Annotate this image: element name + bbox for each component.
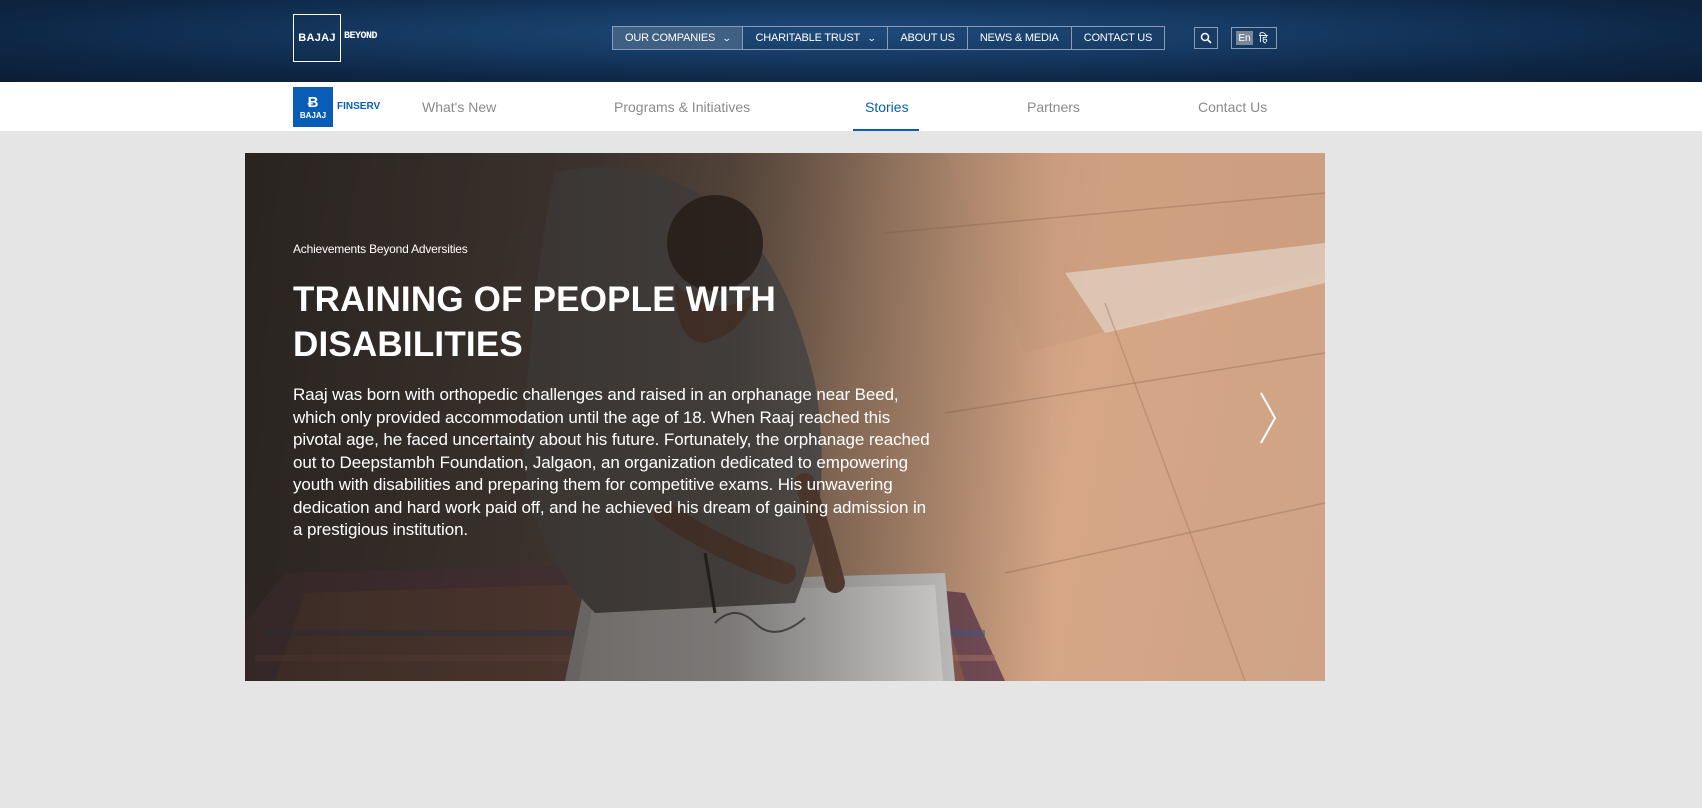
nav-about-us[interactable]: ABOUT US (888, 27, 968, 49)
hero-slide: Achievements Beyond Adversities TRAINING… (245, 153, 1325, 681)
subnav-partners[interactable]: Partners (1027, 99, 1080, 115)
nav-news-media[interactable]: NEWS & MEDIA (968, 27, 1072, 49)
chevron-right-icon[interactable] (1258, 391, 1278, 445)
nav-label: CHARITABLE TRUST (755, 32, 861, 44)
search-button[interactable] (1194, 27, 1218, 49)
chevron-down-icon: ⌄ (722, 32, 732, 43)
language-switcher: En हि (1231, 27, 1277, 49)
sub-navigation: Ƀ BAJAJ FINSERV What's New Programs & In… (0, 82, 1702, 131)
bajaj-logo[interactable]: BAJAJ (293, 14, 341, 62)
finserv-logo-text: BAJAJ (299, 110, 327, 120)
subnav-contact-us[interactable]: Contact Us (1198, 99, 1267, 115)
subnav-stories[interactable]: Stories (865, 99, 909, 115)
nav-our-companies[interactable]: OUR COMPANIES ⌄ (613, 27, 744, 49)
finserv-logo-mark: Ƀ (307, 93, 319, 111)
nav-label: OUR COMPANIES (625, 32, 716, 44)
language-english[interactable]: En (1236, 31, 1253, 45)
nav-label: ABOUT US (900, 32, 955, 44)
subnav-programs-initiatives[interactable]: Programs & Initiatives (614, 99, 750, 115)
search-icon (1200, 32, 1212, 44)
story-description: Raaj was born with orthopedic challenges… (293, 385, 930, 539)
nav-label: CONTACT US (1083, 32, 1153, 44)
finserv-wordmark: FINSERV (337, 101, 381, 112)
bajaj-logo-text: BAJAJ (298, 32, 336, 44)
top-header: BAJAJ BEYOND OUR COMPANIES ⌄ CHARITABLE … (0, 0, 1702, 82)
subnav-whats-new[interactable]: What's New (422, 99, 496, 115)
story-category: Achievements Beyond Adversities (293, 242, 468, 256)
active-tab-indicator (853, 129, 919, 131)
beyond-logo-text: BEYOND (344, 31, 378, 42)
chevron-down-icon: ⌄ (866, 32, 877, 43)
language-hindi[interactable]: हि (1259, 31, 1268, 46)
nav-contact-us[interactable]: CONTACT US (1072, 27, 1165, 49)
story-title: TRAINING OF PEOPLE WITH DISABILITIES (293, 280, 776, 364)
nav-label: NEWS & MEDIA (979, 32, 1059, 44)
bajaj-finserv-logo[interactable]: Ƀ BAJAJ (293, 87, 333, 127)
nav-charitable-trust[interactable]: CHARITABLE TRUST ⌄ (743, 27, 889, 49)
top-navigation: OUR COMPANIES ⌄ CHARITABLE TRUST ⌄ ABOUT… (612, 26, 1166, 50)
